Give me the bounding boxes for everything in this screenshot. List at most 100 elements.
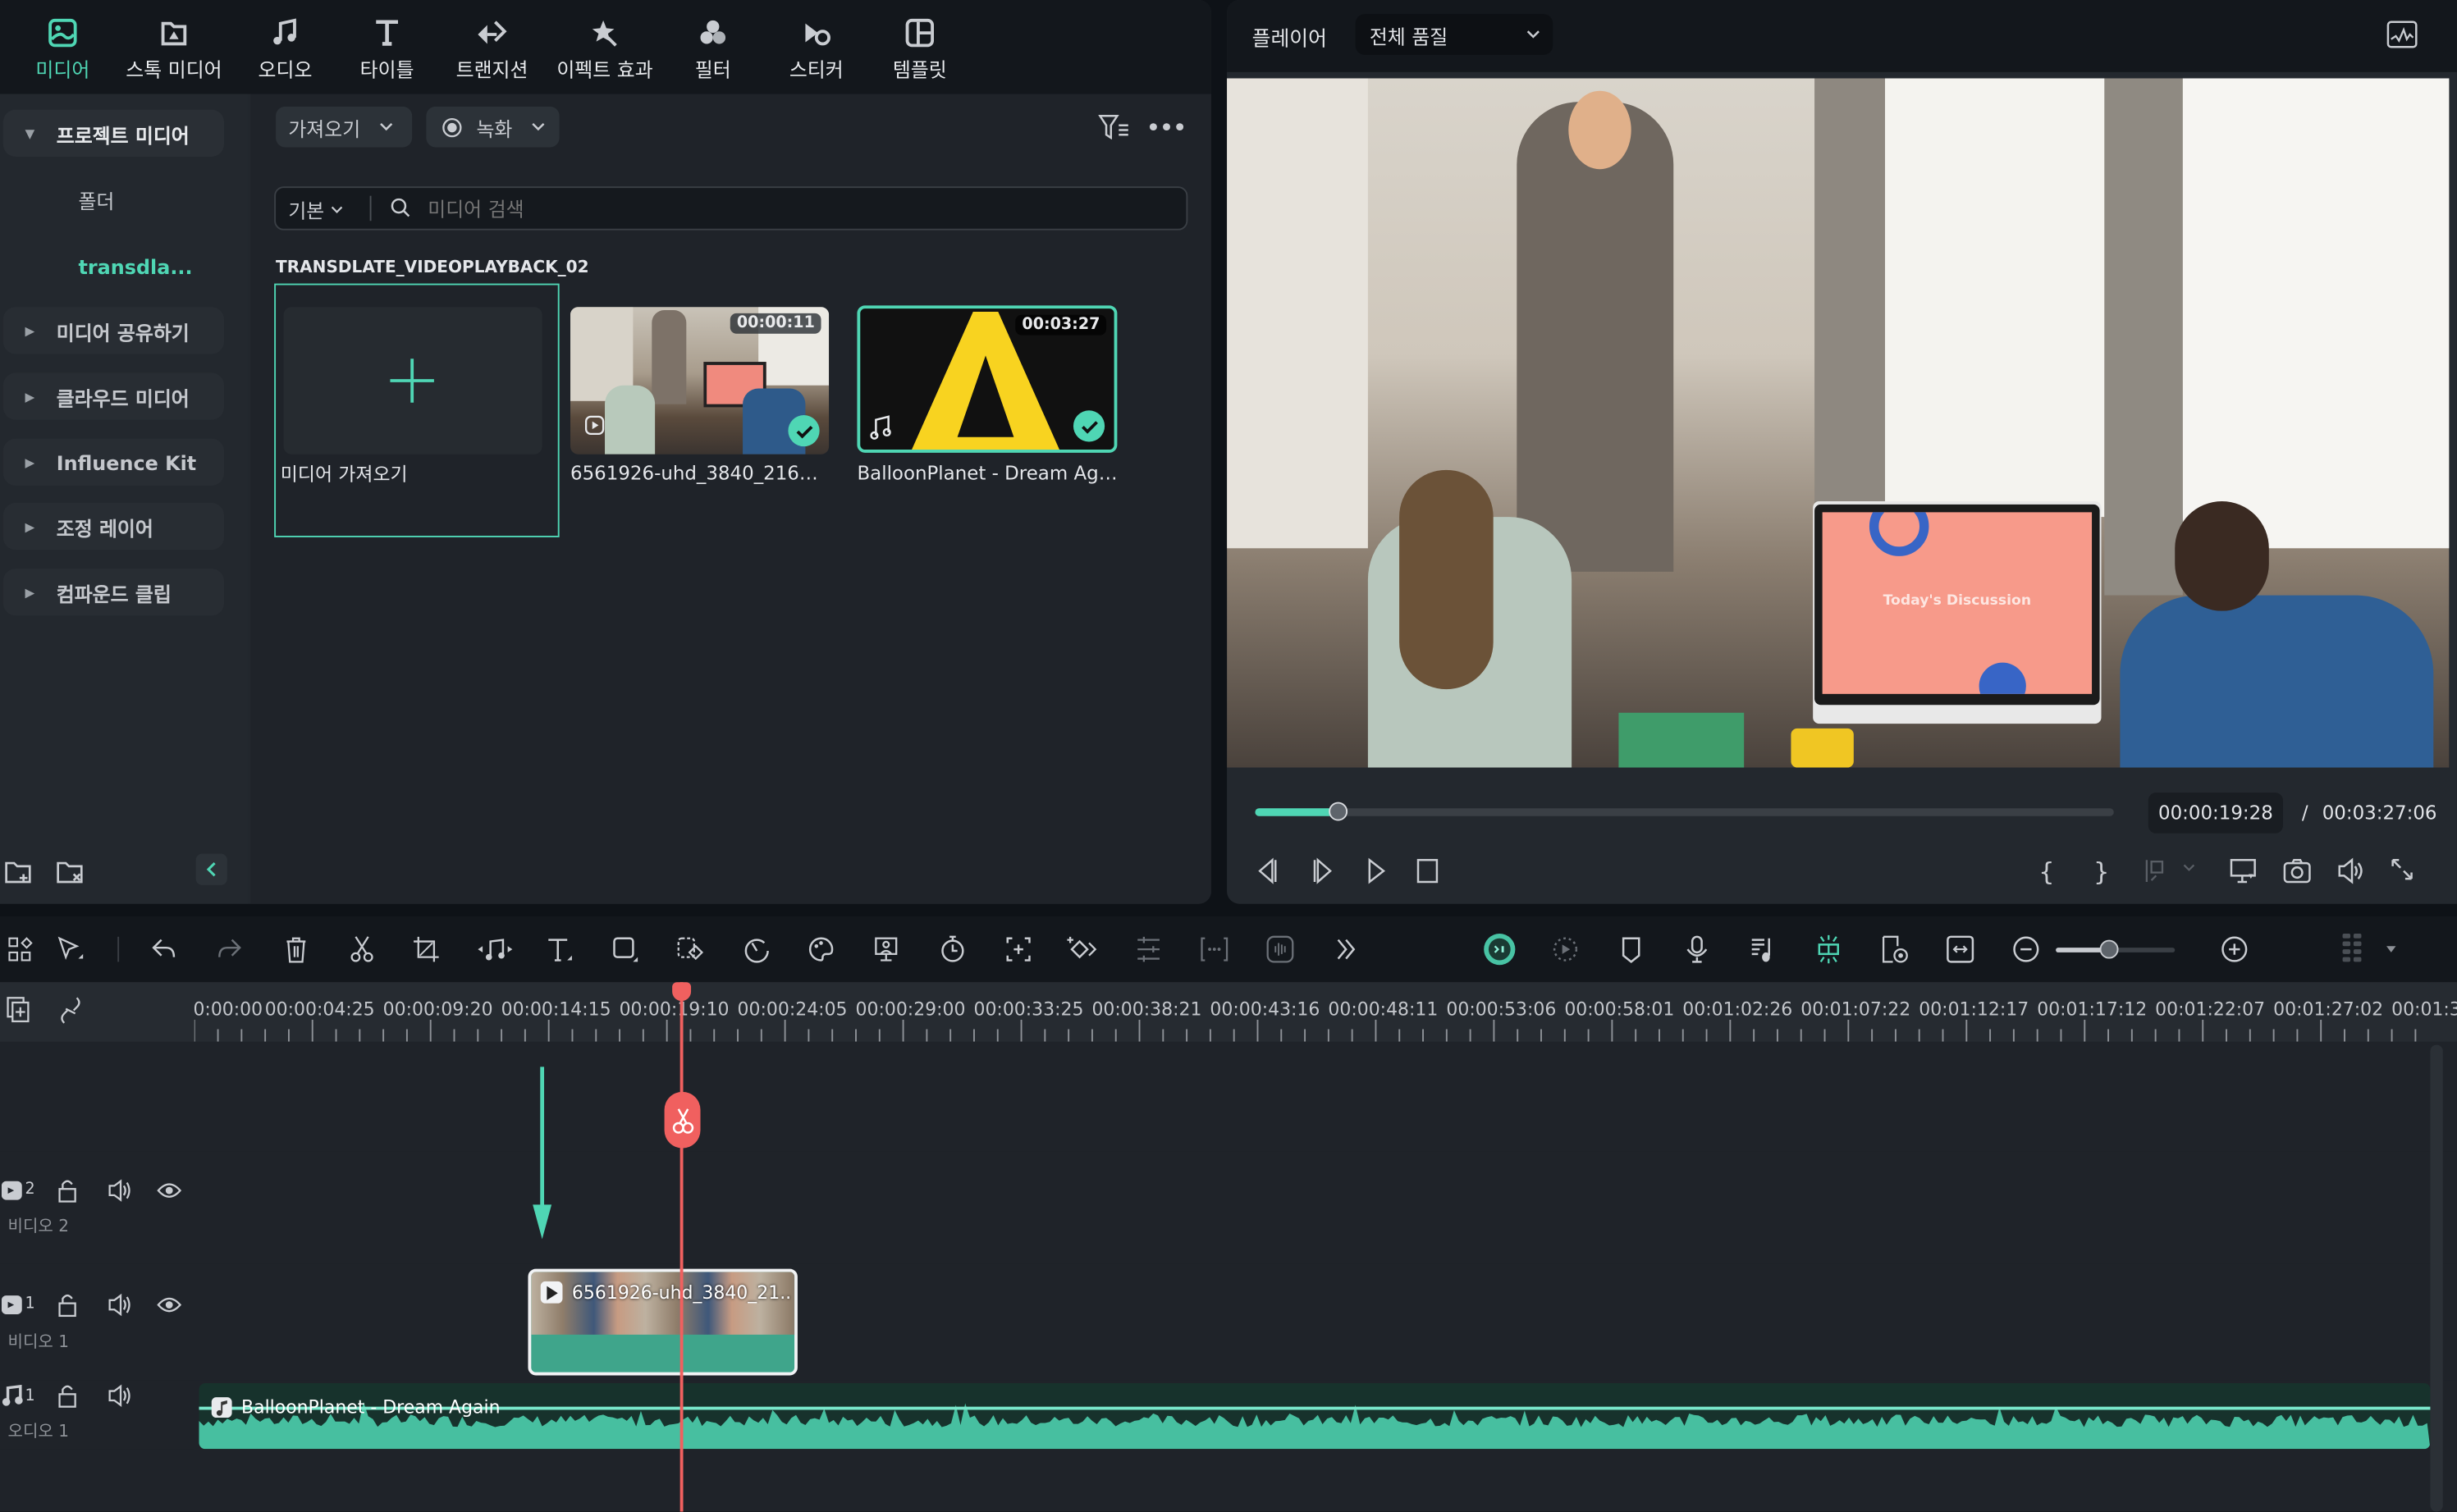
media-item-audio[interactable]: 00:03:27 BalloonPlanet - Dream Again [857, 305, 1120, 493]
media-search-input[interactable] [424, 190, 1168, 226]
mark-out-icon[interactable]: } [2093, 856, 2109, 886]
import-media-card[interactable]: 미디어 가져오기 [274, 283, 560, 537]
delete-trash-icon[interactable] [279, 932, 313, 966]
visibility-eye-icon[interactable] [157, 1178, 182, 1204]
marker-icon[interactable] [1614, 932, 1649, 966]
audio-stretch-icon[interactable] [475, 932, 516, 966]
tab-effects[interactable]: 이펙트 효과 [548, 12, 661, 88]
keyframe-icon[interactable] [1065, 932, 1100, 966]
timeline-ruler[interactable]: 00:00:00 00:00:04:25 00:00:09:20 00:00:14:1… [0, 982, 2457, 1042]
auto-sync-icon[interactable] [1877, 932, 1911, 966]
sidebar-item-share-media[interactable]: ▶ 미디어 공유하기 [2, 307, 225, 354]
snap-magnet-icon[interactable] [1811, 932, 1846, 966]
tab-titles[interactable]: 타이틀 [332, 12, 442, 88]
voiceover-microphone-icon[interactable] [1680, 932, 1714, 966]
delete-folder-icon[interactable] [57, 858, 85, 886]
playhead-line[interactable] [679, 982, 684, 1512]
progress-handle[interactable] [1328, 802, 1347, 821]
lock-open-icon[interactable] [57, 1178, 79, 1204]
fullscreen-icon[interactable] [2390, 856, 2415, 882]
track-volume-icon[interactable] [107, 1383, 132, 1409]
more-tools-chevrons-icon[interactable] [1329, 932, 1363, 966]
tab-templates[interactable]: 템플릿 [865, 12, 975, 88]
ai-cutout-icon[interactable] [674, 932, 708, 966]
sidebar-item-influence-kit[interactable]: ▶ Influence Kit [2, 438, 225, 486]
auto-reframe-icon[interactable] [1001, 932, 1036, 966]
text-tool-icon[interactable] [542, 932, 577, 966]
visibility-eye-icon[interactable] [157, 1292, 182, 1318]
mark-in-icon[interactable]: { [2038, 856, 2054, 886]
track-volume-icon[interactable] [107, 1292, 132, 1318]
lock-open-icon[interactable] [57, 1383, 79, 1409]
import-dropdown[interactable]: 가져오기 [276, 106, 413, 148]
track-grid-icon[interactable] [2335, 932, 2369, 966]
lock-open-icon[interactable] [57, 1292, 79, 1318]
sidebar-item-compound-clip[interactable]: ▶ 컴파운드 클립 [2, 569, 225, 616]
redo-icon[interactable] [212, 932, 246, 966]
crop-icon[interactable] [409, 932, 443, 966]
audio-ducking-icon[interactable] [1746, 932, 1780, 966]
subtitle-brackets-icon[interactable] [1197, 932, 1232, 966]
sidebar-item-project-media[interactable]: ▼ 프로젝트 미디어 [2, 109, 225, 157]
volume-icon[interactable] [2336, 856, 2364, 884]
zoom-out-icon[interactable] [2009, 932, 2043, 966]
adjust-sliders-icon[interactable] [1132, 932, 1166, 966]
sidebar-item-adjustment-layer[interactable]: ▶ 조정 레이어 [2, 502, 225, 550]
playback-progress-bar[interactable] [1255, 802, 2114, 821]
track-volume-icon[interactable] [107, 1178, 132, 1204]
color-palette-icon[interactable] [804, 932, 839, 966]
tab-stock-media[interactable]: 스톡 미디어 [119, 12, 229, 88]
media-item-video[interactable]: 00:00:11 6561926-uhd_3840_2160_2... [570, 307, 830, 495]
presenter-portrait-icon[interactable] [870, 932, 904, 966]
playhead-split-button[interactable] [664, 1091, 701, 1149]
ruler-time-label: 00:00:29:00 [855, 998, 966, 1021]
collapsed-triangle-icon: ▶ [25, 585, 35, 600]
fit-to-window-icon[interactable] [1943, 932, 1978, 966]
quality-dropdown[interactable]: 전체 품질 [1355, 14, 1553, 55]
timeline-vertical-scrollbar[interactable] [2430, 1044, 2443, 1512]
split-scissors-icon[interactable] [345, 932, 379, 966]
sidebar-folder[interactable]: 폴더 [0, 177, 248, 221]
undo-icon[interactable] [147, 932, 181, 966]
more-options-icon[interactable]: ••• [1146, 112, 1187, 142]
playhead-handle[interactable] [672, 982, 692, 1002]
display-monitor-icon[interactable] [2230, 856, 2258, 884]
zoom-slider-handle[interactable] [2099, 939, 2119, 959]
tab-filters[interactable]: 필터 [658, 12, 768, 88]
new-folder-icon[interactable] [5, 858, 33, 886]
snapshot-camera-icon[interactable] [2283, 856, 2311, 884]
speed-icon[interactable] [739, 932, 774, 966]
select-pointer-icon[interactable] [53, 932, 88, 966]
media-panel: 미디어 스톡 미디어 오디오 타이틀 트랜지션 이펙트 효과 필터 스티커 템플… [0, 0, 1211, 904]
sidebar-current-folder[interactable]: transdla... [0, 244, 248, 288]
previous-frame-icon[interactable] [1255, 856, 1280, 884]
play-icon[interactable] [1365, 856, 1387, 884]
next-frame-icon[interactable] [1310, 856, 1335, 884]
shape-mask-icon[interactable] [608, 932, 643, 966]
video-preview[interactable]: Today's Discussion [1227, 78, 2450, 768]
folder-label: 폴더 [78, 189, 115, 212]
timeline-zoom-slider[interactable] [2056, 939, 2176, 959]
collapse-sidebar-button[interactable] [195, 853, 227, 885]
scope-waveform-icon[interactable] [2386, 21, 2418, 48]
frame-yellow-mug [1791, 728, 1854, 768]
view-mode-dropdown[interactable]: 기본 [288, 194, 343, 224]
tab-stickers[interactable]: 스티커 [762, 12, 872, 88]
duration-timer-icon[interactable] [936, 932, 970, 966]
tab-transitions[interactable]: 트랜지션 [437, 12, 547, 88]
zoom-in-icon[interactable] [2217, 932, 2252, 966]
dropdown-arrow-icon[interactable] [2374, 932, 2409, 966]
render-preview-icon[interactable] [1548, 932, 1582, 966]
ai-copilot-button[interactable] [1482, 932, 1517, 966]
tab-audio[interactable]: 오디오 [231, 12, 341, 88]
sidebar-item-cloud-media[interactable]: ▶ 클라우드 미디어 [2, 372, 225, 420]
video-clip[interactable]: 6561926-uhd_3840_21... [528, 1268, 798, 1376]
audio-clip[interactable]: BalloonPlanet - Dream Again [199, 1383, 2431, 1450]
tab-media[interactable]: 미디어 [8, 12, 118, 88]
volume-line[interactable] [199, 1406, 2431, 1410]
record-dropdown[interactable]: 녹화 [426, 106, 560, 148]
audio-wave-box-icon[interactable] [1263, 932, 1297, 966]
layout-icon[interactable] [3, 932, 38, 966]
filter-sort-icon[interactable] [1097, 112, 1132, 140]
stop-icon[interactable] [1416, 858, 1439, 884]
